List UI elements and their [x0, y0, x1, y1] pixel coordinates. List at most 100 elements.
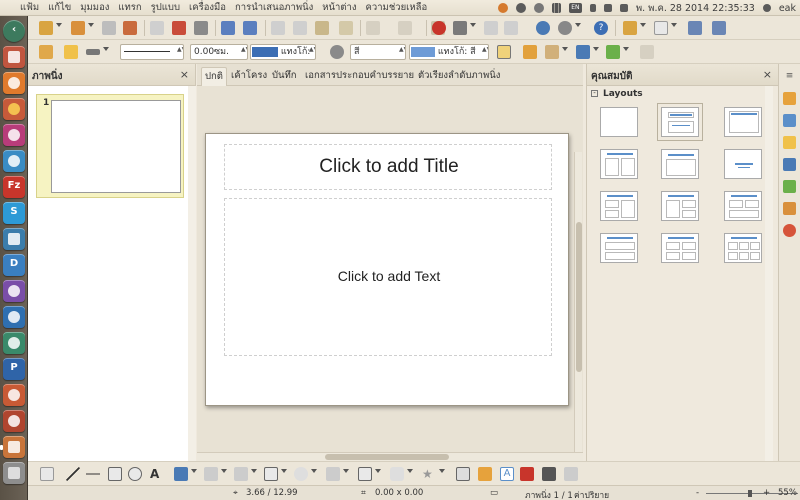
- properties-pane-close-button[interactable]: ×: [763, 68, 772, 81]
- layout-title-content-over-content[interactable]: [600, 233, 638, 263]
- open-dropdown-icon[interactable]: [88, 23, 94, 27]
- stars-dropdown-icon[interactable]: [439, 469, 445, 473]
- slide-layout-icon[interactable]: [623, 21, 637, 35]
- layout-title-only[interactable]: [724, 107, 762, 137]
- app-icon-1[interactable]: [3, 384, 25, 406]
- properties-tab-icon[interactable]: [783, 92, 796, 105]
- flowchart-icon[interactable]: [358, 467, 372, 481]
- paste-icon[interactable]: [315, 21, 329, 35]
- tab-notes[interactable]: บันทึก: [269, 67, 300, 86]
- shapes-dropdown-icon[interactable]: [281, 469, 287, 473]
- arrow-line-icon[interactable]: [86, 467, 100, 481]
- block-arrows-icon[interactable]: [326, 467, 340, 481]
- gear-icon[interactable]: [762, 4, 771, 12]
- fontwork-gallery-icon[interactable]: A: [500, 467, 514, 481]
- horizontal-scrollbar[interactable]: [197, 452, 583, 461]
- curve-icon[interactable]: [174, 467, 188, 481]
- username-text[interactable]: eak: [779, 3, 796, 14]
- vertical-scroll-thumb[interactable]: [576, 222, 582, 372]
- start-presentation-icon[interactable]: [688, 21, 702, 35]
- undo-icon[interactable]: [366, 21, 380, 35]
- menu-tools[interactable]: เครื่องมือ: [189, 0, 226, 15]
- save-icon[interactable]: [102, 21, 116, 35]
- align-dropdown-icon[interactable]: [593, 47, 599, 51]
- align-icon[interactable]: [576, 45, 590, 59]
- slide-thumbnail-selected[interactable]: 1: [36, 94, 184, 198]
- slides-scrollbar[interactable]: [188, 86, 196, 461]
- slide-thumbnail[interactable]: [51, 100, 181, 193]
- transition-tab-icon[interactable]: [783, 158, 796, 171]
- properties-scrollbar[interactable]: [765, 86, 773, 461]
- copy-icon[interactable]: [293, 21, 307, 35]
- master-pages-tab-icon[interactable]: [783, 114, 796, 127]
- bluetooth-icon[interactable]: [589, 4, 596, 12]
- zoom-slider-knob[interactable]: [748, 490, 752, 497]
- record-icon[interactable]: [432, 21, 446, 35]
- spellcheck-icon[interactable]: [221, 21, 235, 35]
- zoom-icon[interactable]: [558, 21, 572, 35]
- horizontal-scroll-thumb[interactable]: [325, 454, 449, 460]
- title-placeholder[interactable]: Click to add Title: [224, 144, 552, 190]
- slides-pane-close-button[interactable]: ×: [180, 68, 189, 81]
- line-icon[interactable]: [64, 45, 78, 59]
- settings-icon[interactable]: [533, 3, 544, 13]
- symbol-dropdown-icon[interactable]: [311, 469, 317, 473]
- zoom-in-button[interactable]: +: [763, 488, 770, 498]
- sidebar-menu-icon[interactable]: ≡: [783, 70, 796, 83]
- layout-title-content[interactable]: [657, 103, 703, 141]
- rotate-dropdown-icon[interactable]: [562, 47, 568, 51]
- help-icon[interactable]: ?: [594, 21, 608, 35]
- redo-icon[interactable]: [398, 21, 412, 35]
- symbol-shapes-icon[interactable]: [294, 467, 308, 481]
- layout-title-2-content-content[interactable]: [600, 191, 638, 221]
- lines-arrows-icon[interactable]: [234, 467, 248, 481]
- rectangle-icon[interactable]: [108, 467, 122, 481]
- layout-title-content-content-2[interactable]: [661, 191, 699, 221]
- layout-centered-text[interactable]: [600, 149, 638, 179]
- layout-title-2-content[interactable]: [661, 149, 699, 179]
- impress-icon[interactable]: [3, 436, 25, 458]
- glue-points-icon[interactable]: [478, 467, 492, 481]
- area-color-select[interactable]: แทงโก้: สี▲▼: [409, 44, 489, 60]
- open-folder-icon[interactable]: [71, 21, 85, 35]
- export-icon[interactable]: [123, 21, 137, 35]
- thunderbird-icon[interactable]: [3, 124, 25, 146]
- insert-table-icon[interactable]: [564, 467, 578, 481]
- disc-icon[interactable]: [3, 332, 25, 354]
- connector-icon[interactable]: [204, 467, 218, 481]
- update-icon[interactable]: [497, 3, 508, 13]
- interaction-icon[interactable]: [640, 45, 654, 59]
- edit-file-icon[interactable]: [150, 21, 164, 35]
- image-icon[interactable]: [484, 21, 498, 35]
- trash-icon[interactable]: [3, 462, 25, 484]
- basic-shapes-icon[interactable]: [264, 467, 278, 481]
- insert-image-icon[interactable]: [520, 467, 534, 481]
- rotate-icon[interactable]: [545, 45, 559, 59]
- select-arrow-icon[interactable]: [40, 467, 54, 481]
- text-tool-icon[interactable]: A: [150, 467, 164, 481]
- animation-tab-icon[interactable]: [783, 136, 796, 149]
- line-tool-icon[interactable]: [66, 467, 80, 481]
- line-color-select[interactable]: แทงโก้:▲▼: [250, 44, 316, 60]
- keyboard-layout-icon[interactable]: EN: [568, 3, 582, 13]
- download-icon[interactable]: [3, 306, 25, 328]
- network-icon[interactable]: [551, 3, 561, 13]
- connector-dropdown-icon[interactable]: [221, 469, 227, 473]
- callouts-icon[interactable]: [390, 467, 404, 481]
- menu-window[interactable]: หน้าต่าง: [322, 0, 356, 15]
- ellipse-icon[interactable]: [128, 467, 142, 481]
- slide-canvas[interactable]: Click to add Title Click to add Text: [205, 133, 569, 406]
- curve-dropdown-icon[interactable]: [191, 469, 197, 473]
- menu-slide-show[interactable]: การนำเสนอภาพนิ่ง: [235, 0, 313, 15]
- new-document-icon[interactable]: [39, 21, 53, 35]
- styles-tab-icon[interactable]: [783, 180, 796, 193]
- menu-edit[interactable]: แก้ไข: [48, 0, 71, 15]
- layout-title-2-content-over-content[interactable]: [724, 191, 762, 221]
- new-dropdown-icon[interactable]: [56, 23, 62, 27]
- music-icon[interactable]: [3, 280, 25, 302]
- layout-title-content-2[interactable]: [724, 149, 762, 179]
- menu-insert[interactable]: แทรก: [118, 0, 141, 15]
- chat-icon[interactable]: [515, 3, 526, 13]
- chat-app-icon[interactable]: [3, 150, 25, 172]
- text-placeholder[interactable]: Click to add Text: [224, 198, 552, 356]
